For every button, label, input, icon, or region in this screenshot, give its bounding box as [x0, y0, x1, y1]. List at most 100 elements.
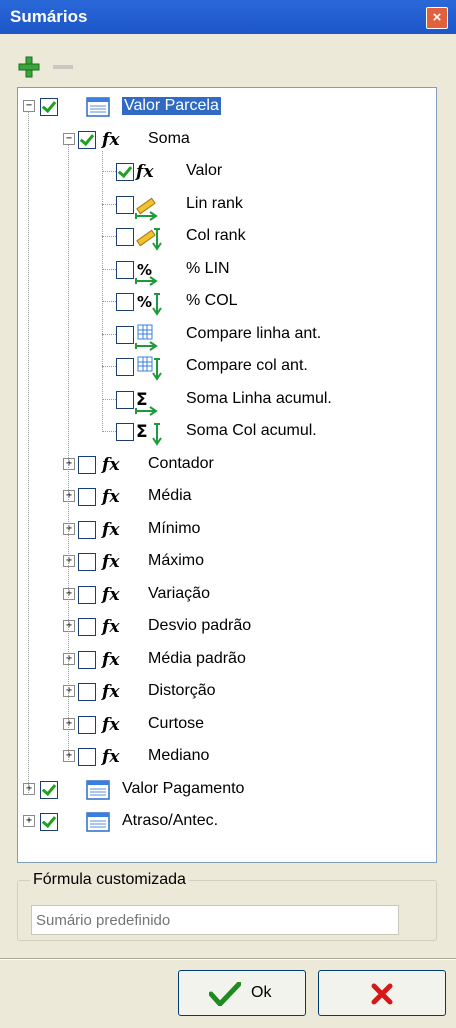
- grid-right-icon: [135, 324, 158, 351]
- checkbox-unchecked[interactable]: [116, 260, 134, 279]
- tree-guide-line: [102, 333, 116, 335]
- expand-toggle-icon[interactable]: +: [63, 555, 75, 567]
- tree-node-soma-child[interactable]: Lin rank: [18, 190, 436, 221]
- tree-node-label: Soma Col acumul.: [186, 422, 317, 439]
- tree-guide-line: [102, 236, 116, 237]
- tree-node-label: % LIN: [186, 259, 230, 277]
- checkmark-icon: [209, 982, 241, 1006]
- tree-node-function[interactable]: + fx Desvio padrão: [18, 612, 436, 642]
- tree-node-soma-child[interactable]: fx Valor: [18, 157, 436, 187]
- checkbox-unchecked[interactable]: [78, 715, 96, 734]
- checkbox-unchecked[interactable]: [116, 228, 134, 246]
- tree-node-label: Lin rank: [186, 194, 243, 212]
- tree-node-label: Média padrão: [148, 649, 246, 667]
- tree-node-label: Col rank: [186, 227, 246, 244]
- checkbox-unchecked[interactable]: [78, 683, 96, 701]
- window-title: Sumários: [10, 7, 88, 26]
- checkbox-checked[interactable]: [40, 780, 58, 799]
- expand-toggle-icon[interactable]: +: [63, 587, 75, 600]
- tree-node-label: Valor Parcela: [122, 97, 221, 115]
- checkbox-unchecked[interactable]: [78, 618, 96, 636]
- plus-icon[interactable]: [16, 54, 42, 80]
- tree-node-function[interactable]: + fx Média padrão: [18, 645, 436, 675]
- checkbox-checked[interactable]: [116, 163, 134, 181]
- expand-toggle-icon[interactable]: +: [23, 815, 35, 827]
- expand-toggle-icon[interactable]: +: [63, 652, 75, 665]
- expand-toggle-icon[interactable]: +: [63, 457, 75, 470]
- checkbox-unchecked[interactable]: [116, 293, 134, 311]
- tree-node-soma-child[interactable]: Σ Soma Linha acumul.: [18, 385, 436, 416]
- tree-node-soma[interactable]: − fx Soma: [18, 125, 436, 155]
- ok-button[interactable]: Ok: [178, 970, 306, 1016]
- tree-node-soma-child[interactable]: Col rank: [18, 222, 436, 252]
- checkbox-unchecked[interactable]: [78, 748, 96, 766]
- tree-node-function[interactable]: + fx Distorção: [18, 677, 436, 707]
- title-bar[interactable]: Sumários ×: [0, 0, 456, 34]
- ruler-right-icon: [135, 197, 158, 221]
- tree-node-function[interactable]: + fx Variação: [18, 580, 436, 610]
- checkbox-unchecked[interactable]: [116, 390, 134, 409]
- tree-node-function[interactable]: + fx Contador: [18, 450, 436, 480]
- checkbox-unchecked[interactable]: [78, 455, 96, 474]
- tree-guide-line: [102, 431, 116, 432]
- checkbox-checked[interactable]: [40, 813, 58, 831]
- tree-node-label: Contador: [148, 454, 214, 472]
- expand-toggle-icon[interactable]: +: [63, 717, 75, 730]
- checkbox-unchecked[interactable]: [116, 358, 134, 376]
- checkbox-unchecked[interactable]: [116, 423, 134, 441]
- checkbox-unchecked[interactable]: [116, 325, 134, 344]
- svg-text:Σ: Σ: [136, 422, 148, 442]
- ok-label: Ok: [251, 984, 272, 1001]
- expand-toggle-icon[interactable]: +: [23, 782, 35, 795]
- checkbox-unchecked[interactable]: [78, 520, 96, 539]
- tree-node-root[interactable]: + Valor Pagamento: [18, 775, 436, 805]
- minus-icon[interactable]: [50, 54, 76, 80]
- tree-node-function[interactable]: + fx Máximo: [18, 547, 436, 577]
- percent-down-icon: %: [137, 293, 162, 316]
- sigma-down-icon: Σ: [136, 422, 162, 446]
- tree-guide-line: [28, 112, 29, 795]
- tree-node-soma-child[interactable]: % % COL: [18, 287, 436, 317]
- fx-icon: fx: [102, 682, 120, 702]
- tree-node-valor-parcela[interactable]: − Valor Parcela: [18, 92, 436, 122]
- tree-node-function[interactable]: + fx Mínimo: [18, 515, 436, 545]
- tree-node-function[interactable]: + fx Média: [18, 482, 436, 512]
- tree-node-function[interactable]: + fx Curtose: [18, 710, 436, 740]
- fx-icon: fx: [102, 714, 120, 735]
- custom-formula-input[interactable]: [31, 905, 399, 935]
- checkbox-unchecked[interactable]: [78, 650, 96, 669]
- summary-tree[interactable]: − Valor Parcela − fx Soma fx Valor Lin rank Col …: [17, 87, 437, 863]
- tree-node-soma-child[interactable]: % % LIN: [18, 255, 436, 286]
- tree-node-label: Compare linha ant.: [186, 324, 322, 342]
- tree-node-function[interactable]: + fx Mediano: [18, 742, 436, 772]
- tree-node-root[interactable]: + Atraso/Antec.: [18, 807, 436, 837]
- tree-node-soma-child[interactable]: Compare linha ant.: [18, 320, 436, 351]
- tree-guide-line: [102, 151, 103, 432]
- expand-toggle-icon[interactable]: +: [63, 620, 75, 632]
- checkbox-unchecked[interactable]: [116, 195, 134, 214]
- tree-node-label: Variação: [148, 584, 210, 602]
- sigma-right-icon: Σ: [135, 390, 158, 416]
- expand-toggle-icon[interactable]: +: [63, 685, 75, 697]
- tree-node-label: Atraso/Antec.: [122, 812, 219, 829]
- cancel-button[interactable]: [318, 970, 446, 1016]
- checkbox-unchecked[interactable]: [78, 585, 96, 604]
- checkbox-checked[interactable]: [40, 98, 58, 116]
- tree-guide-line: [102, 268, 116, 270]
- checkbox-unchecked[interactable]: [78, 553, 96, 571]
- collapse-toggle-icon[interactable]: −: [23, 100, 35, 112]
- tree-node-soma-child[interactable]: Σ Soma Col acumul.: [18, 417, 436, 447]
- checkbox-checked[interactable]: [78, 130, 96, 149]
- close-button[interactable]: ×: [426, 7, 448, 29]
- expand-toggle-icon[interactable]: +: [63, 490, 75, 502]
- tree-guide-line: [102, 301, 116, 302]
- percent-right-icon: %: [135, 261, 158, 286]
- fx-icon: fx: [102, 519, 120, 540]
- tree-node-soma-child[interactable]: Compare col ant.: [18, 352, 436, 382]
- expand-toggle-icon[interactable]: +: [63, 750, 75, 762]
- tree-guide-line: [102, 171, 116, 172]
- expand-toggle-icon[interactable]: +: [63, 522, 75, 535]
- tree-node-label: Distorção: [148, 682, 216, 699]
- collapse-toggle-icon[interactable]: −: [63, 132, 75, 145]
- checkbox-unchecked[interactable]: [78, 488, 96, 506]
